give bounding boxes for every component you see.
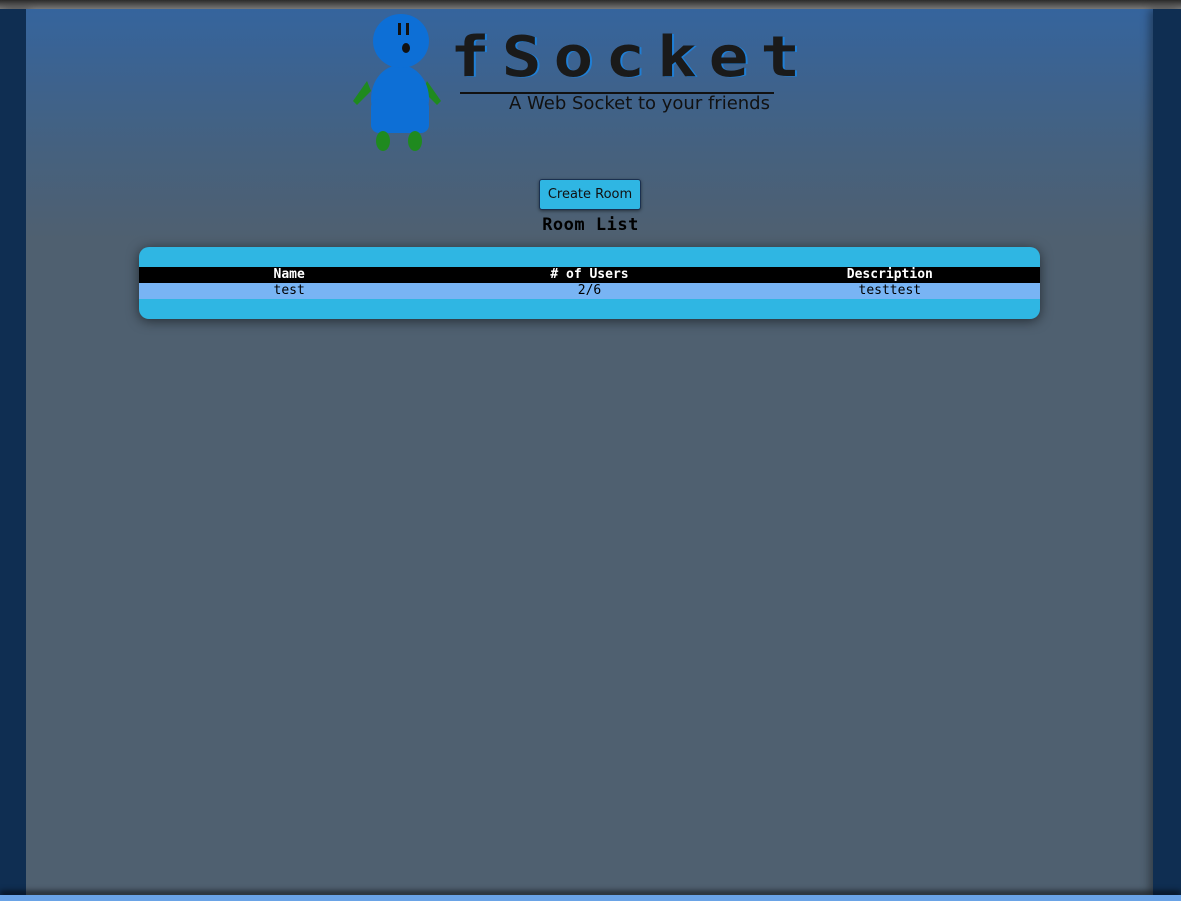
create-room-button[interactable]: Create Room — [539, 179, 641, 210]
room-list-title: Room List — [542, 215, 639, 235]
logo-wordmark: fSocket — [450, 23, 813, 90]
column-header-name: Name — [273, 267, 305, 282]
table-header-row: Name # of Users Description — [139, 267, 1040, 283]
top-bar — [0, 0, 1181, 9]
bottom-bar — [0, 895, 1181, 901]
left-side-panel — [0, 9, 26, 895]
stick-figure-mascot-icon — [353, 14, 441, 151]
room-users-cell: 2/6 — [577, 283, 602, 298]
room-name-cell: test — [273, 283, 305, 298]
site-logo: fSocket A Web Socket to your friends — [345, 9, 835, 159]
column-header-users: # of Users — [550, 267, 629, 282]
room-description-cell: testtest — [858, 283, 922, 298]
logo-tagline: A Web Socket to your friends — [509, 93, 770, 114]
table-row[interactable]: test 2/6 testtest — [139, 283, 1040, 299]
column-header-description: Description — [846, 267, 933, 282]
room-list-table: Name # of Users Description test 2/6 tes… — [139, 247, 1040, 319]
right-side-panel — [1153, 9, 1181, 895]
